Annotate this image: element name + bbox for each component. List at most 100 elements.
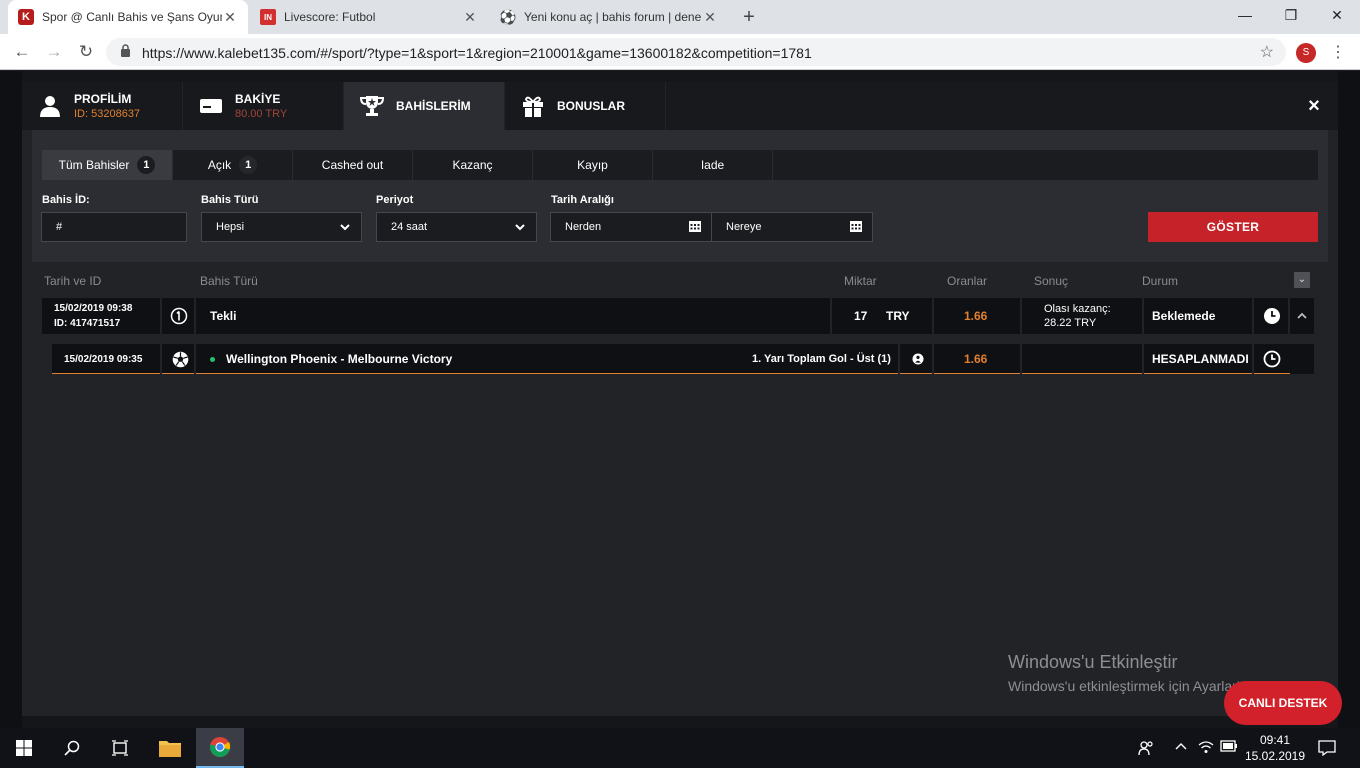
- filter-tab-open[interactable]: Açık 1: [173, 150, 292, 180]
- bet-amount: 17: [854, 309, 868, 323]
- period-value: 24 saat: [391, 221, 428, 233]
- filter-tab-bar-fill: [773, 150, 1318, 180]
- bet-id-value: #: [56, 221, 63, 233]
- selection-odds: 1.66: [964, 352, 988, 366]
- soccer-ball-favicon-icon: ⚽: [499, 8, 517, 25]
- chevron-down-icon: [339, 221, 351, 236]
- header-bet-type: Bahis Türü: [200, 274, 258, 288]
- chevron-up-tray-icon[interactable]: [1174, 740, 1188, 757]
- date-from-input[interactable]: Nerden: [550, 212, 712, 242]
- new-tab-icon[interactable]: +: [738, 6, 760, 28]
- filter-tab-all[interactable]: Tüm Bahisler 1: [42, 150, 172, 180]
- modal-tab-bar-fill: [666, 82, 1338, 130]
- chrome-icon[interactable]: [196, 728, 244, 768]
- kalebet-favicon-icon: K: [18, 9, 34, 25]
- calendar-icon[interactable]: [689, 220, 701, 232]
- close-tab-icon[interactable]: ✕: [462, 9, 478, 26]
- live-support-button[interactable]: CANLI DESTEK: [1224, 681, 1342, 725]
- account-modal: PROFİLİM ID: 53208637 BAKİYE 80.00 TRY B…: [22, 82, 1338, 716]
- single-bet-icon: [168, 298, 190, 334]
- chevron-up-icon[interactable]: [1294, 298, 1310, 334]
- date-from-placeholder: Nerden: [565, 221, 602, 233]
- browser-tab-livescore[interactable]: IN Livescore: Futbol ✕: [250, 0, 488, 34]
- lock-icon: [120, 44, 132, 58]
- restore-icon[interactable]: ❐: [1268, 0, 1314, 30]
- bet-type-label: Bahis Türü: [201, 194, 259, 206]
- browser-menu-icon[interactable]: ⋮: [1330, 42, 1346, 62]
- filter-tab-label: Tüm Bahisler: [58, 158, 130, 172]
- file-explorer-icon[interactable]: [146, 728, 194, 768]
- tab-bahislerim[interactable]: BAHİSLERİM: [344, 82, 504, 130]
- tab-bakiye[interactable]: BAKİYE 80.00 TRY: [183, 82, 343, 130]
- close-tab-icon[interactable]: ✕: [222, 9, 238, 26]
- show-button[interactable]: GÖSTER: [1148, 212, 1318, 242]
- calendar-icon[interactable]: [850, 220, 862, 232]
- bet-currency: TRY: [886, 309, 910, 323]
- market-name: 1. Yarı Toplam Gol - Üst (1): [752, 353, 891, 365]
- bets-content: Tüm Bahisler 1 Açık 1 Cashed out Kazanç …: [32, 130, 1328, 706]
- gift-icon: [519, 92, 547, 120]
- notifications-icon[interactable]: [1318, 740, 1336, 759]
- bookmark-star-icon[interactable]: ☆: [1260, 42, 1274, 62]
- potential-win-value: 28.22 TRY: [1044, 317, 1097, 329]
- windows-start-icon[interactable]: [0, 728, 48, 768]
- address-bar[interactable]: https://www.kalebet135.com/#/sport/?type…: [106, 38, 1286, 66]
- tab-profilim[interactable]: PROFİLİM ID: 53208637: [22, 82, 182, 130]
- tab-label: BAHİSLERİM: [396, 99, 471, 113]
- browser-tab-kalebet[interactable]: K Spor @ Canlı Bahis ve Şans Oyun ✕: [8, 0, 248, 34]
- reload-icon[interactable]: ↻: [74, 40, 98, 64]
- browser-tabstrip: K Spor @ Canlı Bahis ve Şans Oyun ✕ IN L…: [0, 0, 1360, 34]
- filter-tab-lost[interactable]: Kayıp: [533, 150, 652, 180]
- user-icon: [36, 92, 64, 120]
- minimize-icon[interactable]: —: [1222, 0, 1268, 30]
- page-right-sidebar: [1338, 71, 1360, 728]
- window-close-icon[interactable]: ✕: [1314, 0, 1360, 30]
- balance-value: 80.00 TRY: [235, 108, 288, 120]
- bet-type: Tekli: [210, 309, 237, 323]
- task-view-icon[interactable]: [96, 728, 144, 768]
- people-icon[interactable]: [1138, 740, 1154, 759]
- close-tab-icon[interactable]: ✕: [702, 9, 718, 26]
- table-row[interactable]: 15/02/2019 09:38 ID: 417471517 Tekli 17 …: [42, 298, 1314, 334]
- browser-tab-title: Spor @ Canlı Bahis ve Şans Oyun: [42, 10, 222, 24]
- bet-id-input[interactable]: #: [41, 212, 187, 242]
- bet-odds: 1.66: [964, 309, 988, 323]
- browser-tab-forum[interactable]: ⚽ Yeni konu aç | bahis forum | dene ✕: [490, 0, 728, 34]
- user-id: ID: 53208637: [74, 108, 141, 120]
- filter-tab-cashed-out[interactable]: Cashed out: [293, 150, 412, 180]
- wifi-icon[interactable]: [1198, 740, 1214, 757]
- live-dot-icon: [210, 344, 215, 374]
- collapse-all-chevron-icon[interactable]: ⌄: [1294, 272, 1310, 288]
- forward-arrow-icon[interactable]: →: [42, 40, 66, 64]
- header-date-id: Tarih ve ID: [44, 274, 102, 288]
- battery-icon[interactable]: [1220, 740, 1238, 755]
- period-select[interactable]: 24 saat: [376, 212, 537, 242]
- filter-tab-won[interactable]: Kazanç: [413, 150, 532, 180]
- filter-tab-label: Cashed out: [321, 158, 384, 172]
- date-to-input[interactable]: Nereye: [711, 212, 873, 242]
- browser-tab-title: Yeni konu aç | bahis forum | dene: [524, 10, 702, 24]
- profile-avatar[interactable]: S: [1296, 43, 1316, 63]
- close-modal-icon[interactable]: ×: [1304, 96, 1324, 116]
- taskbar-clock[interactable]: 09:41 15.02.2019: [1240, 732, 1310, 764]
- tab-label: BAKİYE: [235, 92, 281, 106]
- url-text: https://www.kalebet135.com/#/sport/?type…: [142, 45, 812, 61]
- clock-time: 09:41: [1259, 733, 1291, 747]
- windows-taskbar: 09:41 15.02.2019: [0, 728, 1360, 768]
- wallet-icon: [197, 92, 225, 120]
- count-badge: 1: [137, 156, 156, 174]
- table-row-selection[interactable]: 15/02/2019 09:35 Wellington Phoenix - Me…: [52, 344, 1290, 374]
- bets-table: Tarih ve ID Bahis Türü Miktar Oranlar So…: [32, 262, 1328, 706]
- search-icon[interactable]: [48, 728, 96, 768]
- back-arrow-icon[interactable]: ←: [10, 40, 34, 64]
- filter-tab-refund[interactable]: Iade: [653, 150, 772, 180]
- bet-type-select[interactable]: Hepsi: [201, 212, 362, 242]
- trophy-icon: [358, 92, 386, 120]
- bet-id: ID: 417471517: [54, 318, 121, 329]
- filter-tab-label: Kayıp: [577, 158, 608, 172]
- filter-tab-label: Iade: [700, 158, 725, 172]
- tab-bonuslar[interactable]: BONUSLAR: [505, 82, 665, 130]
- bet-type-value: Hepsi: [216, 221, 245, 233]
- info-person-icon: [910, 344, 926, 374]
- windows-activation-title: Windows'u Etkinleştir: [1008, 652, 1178, 672]
